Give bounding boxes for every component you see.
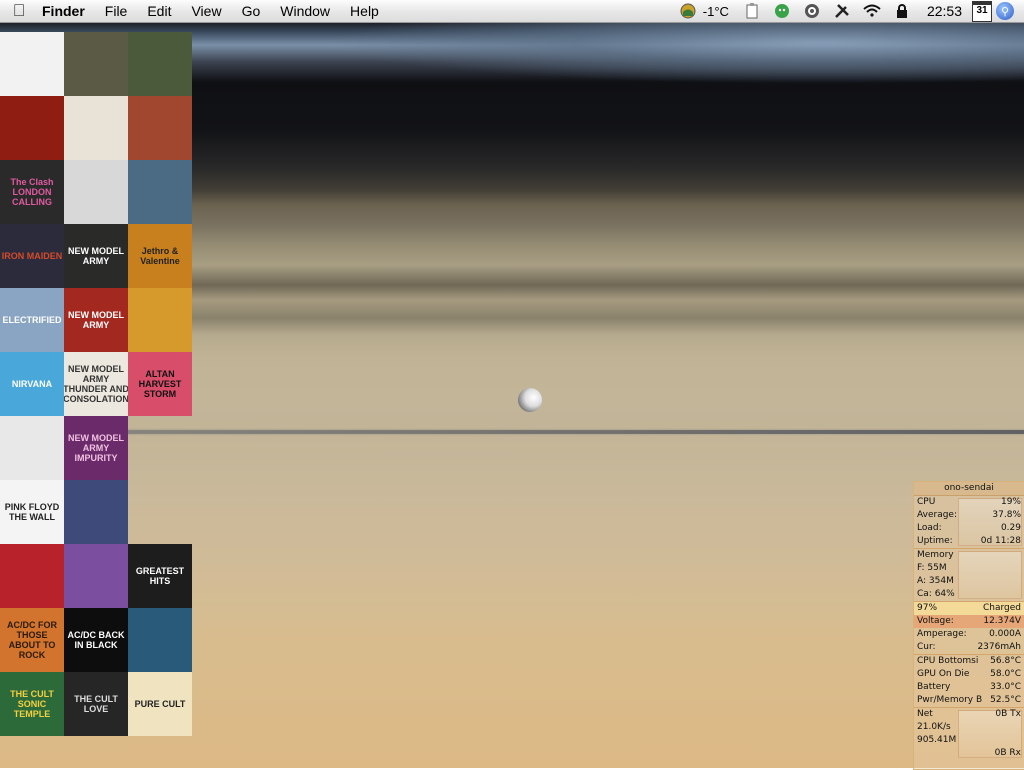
album-cover[interactable] <box>64 544 128 608</box>
album-cover[interactable]: ELECTRIFIED <box>0 288 64 352</box>
album-cover[interactable]: NEW MODEL ARMY THUNDER AND CONSOLATION <box>64 352 128 416</box>
ring-edge-line <box>128 430 1024 434</box>
average-value: 37.8% <box>992 510 1021 520</box>
menu-bar:  Finder File Edit View Go Window Help -… <box>0 0 1024 23</box>
menu-edit[interactable]: Edit <box>137 0 181 22</box>
temp-value: 33.0°C <box>990 682 1021 692</box>
cpu-value: 19% <box>1000 497 1021 507</box>
cpu-label: CPU <box>917 497 936 507</box>
weather-icon[interactable] <box>679 2 697 20</box>
temp-label: CPU Bottomsi <box>917 656 979 666</box>
album-cover[interactable] <box>0 96 64 160</box>
album-cover[interactable]: PINK FLOYD THE WALL <box>0 480 64 544</box>
album-cover[interactable]: NEW MODEL ARMY <box>64 288 128 352</box>
temp-label: Battery <box>917 682 951 692</box>
net-rate: 21.0K/s <box>917 722 951 732</box>
temp-label: GPU On Die <box>917 669 970 679</box>
album-cover[interactable] <box>128 416 192 480</box>
album-cover[interactable]: THE CULT LOVE <box>64 672 128 736</box>
album-cover[interactable] <box>64 160 128 224</box>
temp-value: 56.8°C <box>990 656 1021 666</box>
moon <box>518 388 542 412</box>
album-cover[interactable] <box>0 32 64 96</box>
album-cover[interactable] <box>128 480 192 544</box>
load-label: Load: <box>917 523 942 533</box>
album-cover[interactable]: IRON MAIDEN <box>0 224 64 288</box>
album-cover[interactable] <box>128 32 192 96</box>
voltage-value: 12.374V <box>983 616 1021 626</box>
sync-icon[interactable] <box>803 2 821 20</box>
monitor-hostname: ono-sendai <box>914 482 1024 496</box>
album-cover[interactable] <box>64 480 128 544</box>
menu-window[interactable]: Window <box>270 0 340 22</box>
net-total: 905.41M <box>917 735 957 745</box>
temp-label: Pwr/Memory B <box>917 695 983 705</box>
system-monitor: ono-sendai CPU 19% Average: 37.8% Load: 0.2… <box>913 481 1024 770</box>
weather-temperature[interactable]: -1°C <box>703 4 729 19</box>
album-cover[interactable]: THE CULT SONIC TEMPLE <box>0 672 64 736</box>
voltage-label: Voltage: <box>917 616 954 626</box>
spotlight-search-icon[interactable]: ⚲ <box>996 2 1014 20</box>
net-label: Net <box>917 709 933 719</box>
album-cover[interactable]: GREATEST HITS <box>128 544 192 608</box>
album-cover[interactable] <box>128 608 192 672</box>
temp-value: 58.0°C <box>990 669 1021 679</box>
album-cover[interactable]: NEW MODEL ARMY <box>64 224 128 288</box>
album-cover[interactable]: Jethro & Valentine <box>128 224 192 288</box>
android-icon[interactable] <box>773 2 791 20</box>
album-cover[interactable] <box>64 96 128 160</box>
menu-view[interactable]: View <box>181 0 231 22</box>
tools-icon[interactable] <box>833 2 851 20</box>
album-cover[interactable]: ALTAN HARVEST STORM <box>128 352 192 416</box>
menu-help[interactable]: Help <box>340 0 389 22</box>
network-section: Net 0B Tx 21.0K/s 905.41M 0B Rx <box>914 708 1024 760</box>
calendar-icon[interactable]: 31 <box>972 0 992 22</box>
album-cover[interactable]: AC/DC FOR THOSE ABOUT TO ROCK <box>0 608 64 672</box>
album-cover[interactable] <box>128 288 192 352</box>
album-cover[interactable]: AC/DC BACK IN BLACK <box>64 608 128 672</box>
clipboard-icon[interactable] <box>743 2 761 20</box>
cpu-section: CPU 19% Average: 37.8% Load: 0.29 Uptime: 0d… <box>914 496 1024 549</box>
memory-label: Memory <box>917 550 954 560</box>
menu-finder[interactable]: Finder <box>38 0 95 22</box>
menu-go[interactable]: Go <box>232 0 271 22</box>
wifi-icon[interactable] <box>863 2 881 20</box>
planet-rings <box>120 22 1024 112</box>
current-value: 2376mAh <box>977 642 1021 652</box>
album-cover[interactable] <box>0 416 64 480</box>
battery-status: Charged <box>982 603 1021 613</box>
amperage-label: Amperage: <box>917 629 967 639</box>
memory-free: F: 55M <box>917 563 947 573</box>
album-cover[interactable] <box>128 160 192 224</box>
temp-value: 52.5°C <box>990 695 1021 705</box>
album-cover[interactable]: PURE CULT <box>128 672 192 736</box>
album-cover[interactable] <box>0 544 64 608</box>
clock[interactable]: 22:53 <box>927 3 962 19</box>
memory-active: A: 354M <box>917 576 954 586</box>
amperage-value: 0.000A <box>989 629 1021 639</box>
album-cover[interactable]: NIRVANA <box>0 352 64 416</box>
uptime-label: Uptime: <box>917 536 953 546</box>
apple-menu-icon[interactable]:  <box>0 0 38 22</box>
battery-percent: 97% <box>917 603 938 613</box>
album-cover[interactable]: The Clash LONDON CALLING <box>0 160 64 224</box>
temperature-section: CPU Bottomsi 56.8°C GPU On Die 58.0°C Batt… <box>914 655 1024 708</box>
memory-cache: Ca: 64% <box>917 589 955 599</box>
uptime-value: 0d 11:28 <box>980 536 1021 546</box>
battery-section: 97% Charged Voltage: 12.374V Amperage: 0.00… <box>914 602 1024 655</box>
lock-icon[interactable] <box>893 2 911 20</box>
album-cover[interactable] <box>128 96 192 160</box>
memory-section: Memory F: 55M A: 354M Ca: 64% <box>914 549 1024 602</box>
load-value: 0.29 <box>1000 523 1021 533</box>
net-rx: 0B Rx <box>994 748 1021 758</box>
net-tx: 0B Tx <box>995 709 1021 719</box>
current-label: Cur: <box>917 642 936 652</box>
album-cover[interactable]: NEW MODEL ARMY IMPURITY <box>64 416 128 480</box>
album-cover[interactable] <box>64 32 128 96</box>
average-label: Average: <box>917 510 957 520</box>
menu-file[interactable]: File <box>95 0 138 22</box>
